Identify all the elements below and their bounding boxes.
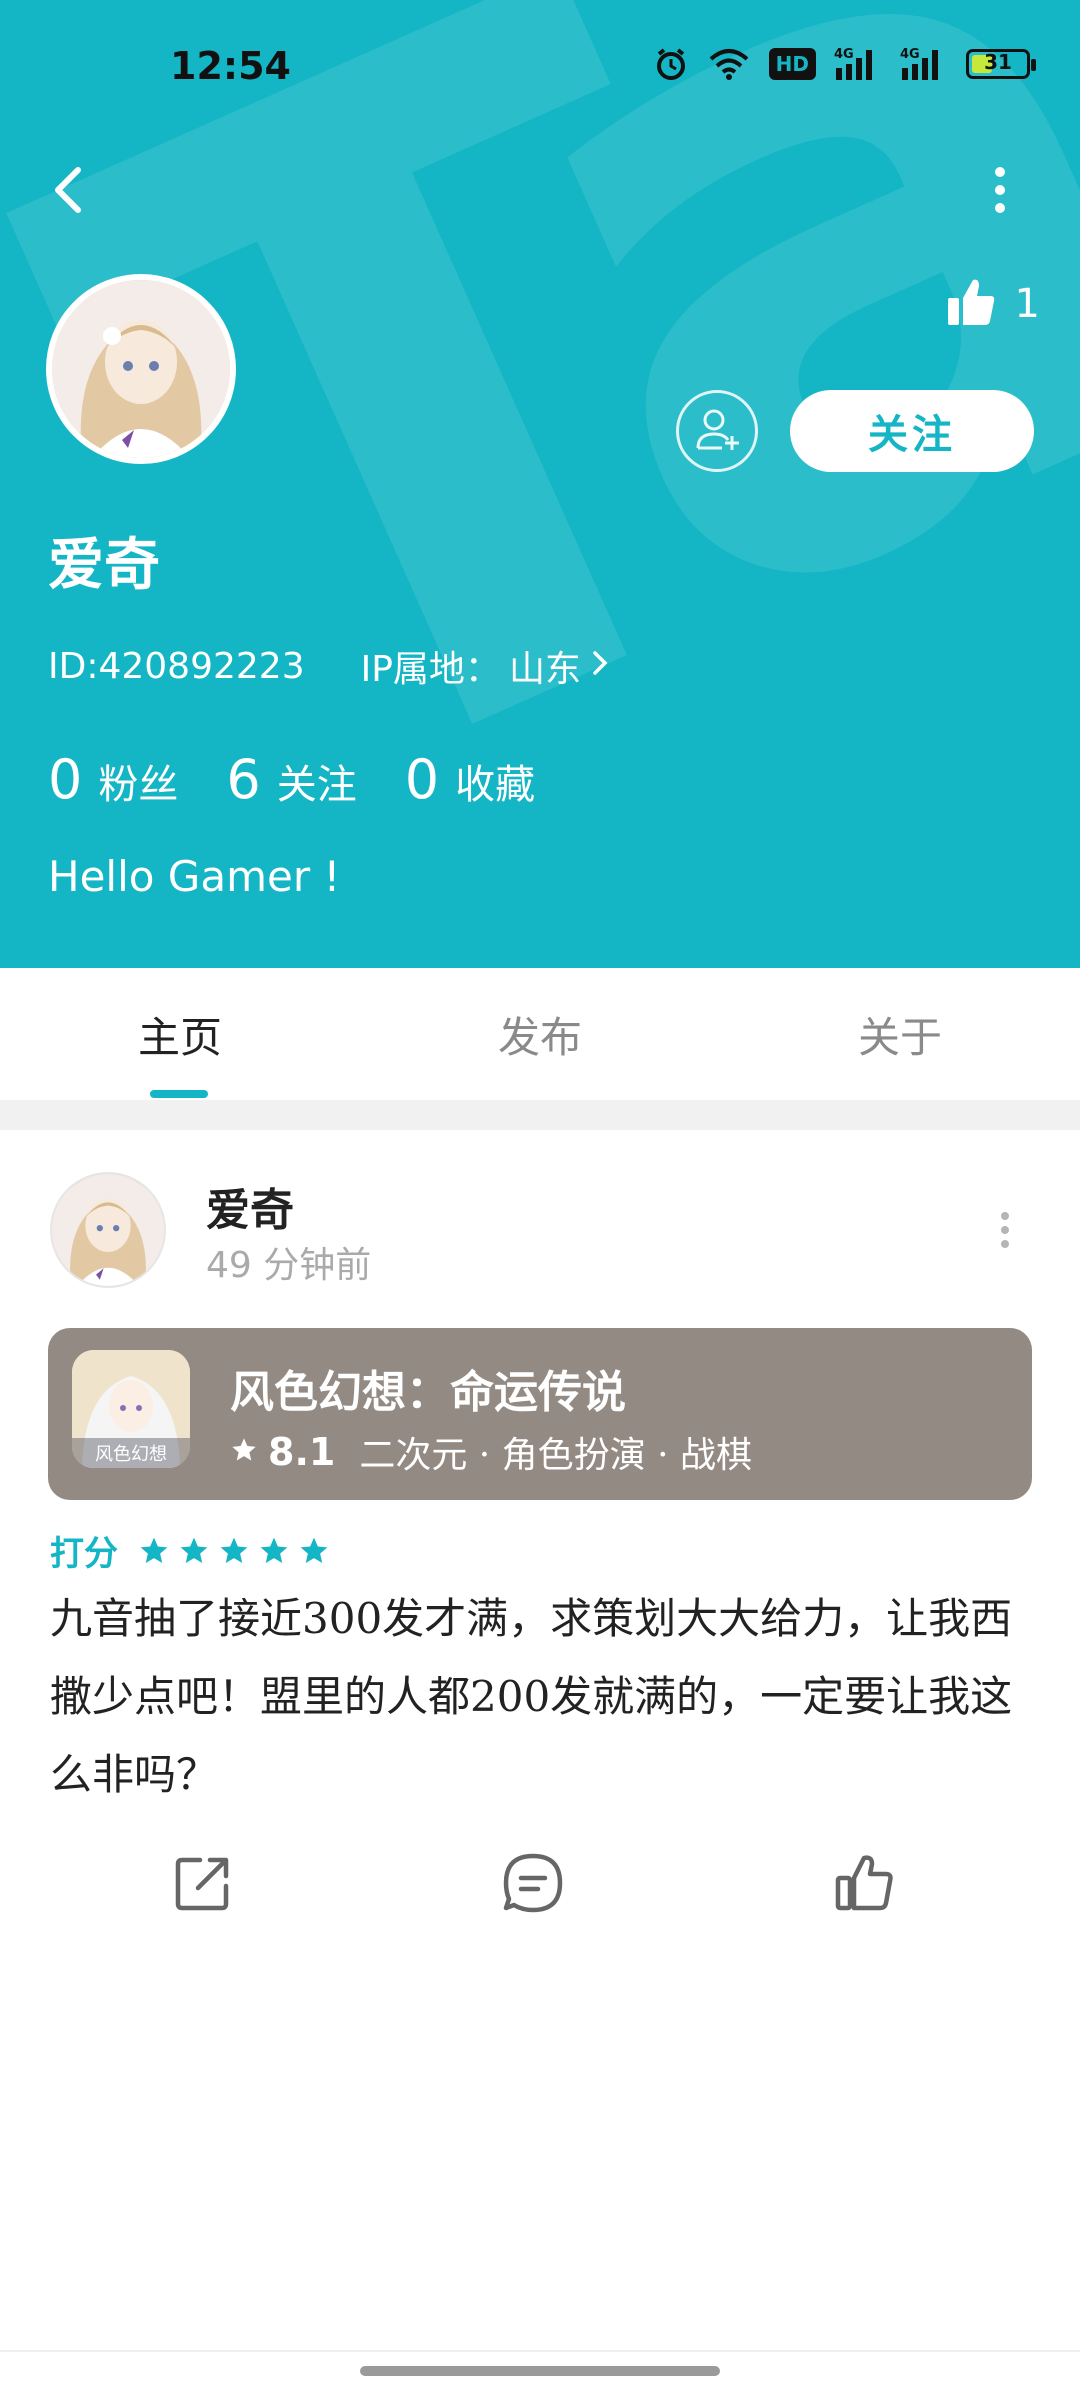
tab-about[interactable]: 关于 [720,968,1080,1100]
thumb-up-icon [945,276,997,332]
post-content: 九音抽了接近300发才满，求策划大大给力，让我西撒少点吧！盟里的人都200发就满… [50,1594,1013,1799]
user-id: ID:420892223 [48,645,305,687]
signal-icon-1: 4G [834,46,882,82]
stat-fans-label: 粉丝 [98,762,179,808]
section-divider [0,1100,1080,1130]
thumb-up-icon [832,1850,898,1920]
wifi-icon [707,47,751,81]
status-icons: HD 4G 4G 31 [653,46,1036,82]
profile-stats: 0 粉丝 6 关注 0 收藏 [48,748,535,811]
alarm-icon [653,46,689,82]
rating-star-icon [260,1537,288,1563]
signal-icon-2: 4G [900,46,948,82]
stat-following[interactable]: 6 关注 [226,748,356,811]
stat-following-label: 关注 [276,762,357,808]
post-author-avatar[interactable] [50,1172,166,1288]
rating-row: 打分 [50,1526,330,1575]
stat-favorites[interactable]: 0 收藏 [405,748,535,811]
stat-following-count: 6 [226,748,261,811]
stat-favorites-label: 收藏 [455,762,536,808]
active-tab-indicator [150,1090,208,1098]
ip-value: 山东 [508,649,581,690]
rating-star-icon [140,1537,168,1563]
game-icon-text: 风色幻想 [95,1444,167,1465]
share-icon [170,1850,236,1920]
bottom-divider [0,2350,1080,2352]
more-vertical-icon [990,1212,1020,1254]
rating-star-icon [180,1537,208,1563]
stat-fans-count: 0 [48,748,83,811]
profile-avatar[interactable] [46,274,236,464]
chevron-left-icon [40,167,100,224]
add-friend-button[interactable] [676,390,758,472]
follow-button[interactable]: 关注 [790,390,1034,472]
svg-text:4G: 4G [900,47,920,62]
add-user-icon [692,404,742,458]
tab-posts[interactable]: 发布 [360,968,720,1100]
status-bar: 12:54 HD 4G 4G 31 [0,0,1080,132]
like-count-display: 1 [945,276,1040,332]
game-meta: 8.1 二次元 · 角色扮演 · 战棋 [230,1426,752,1478]
tab-home[interactable]: 主页 [0,968,360,1100]
id-row: ID:420892223 IP属地： 山东 [48,640,611,692]
stat-fans[interactable]: 0 粉丝 [48,748,178,811]
username: 爱奇 [48,532,160,598]
rating-star-icon [220,1537,248,1563]
hd-badge: HD [768,48,816,80]
profile-bio: Hello Gamer ! [48,852,341,901]
rating-label: 打分 [50,1534,118,1574]
rating-star-icon [300,1537,328,1563]
game-icon: 风色幻想 [72,1350,190,1468]
post-action-bar [0,1840,1080,1930]
profile-tabs: 主页 发布 关于 [0,968,1080,1100]
game-tags: 二次元 · 角色扮演 · 战棋 [359,1435,752,1476]
game-title: 风色幻想：命运传说 [230,1367,626,1418]
more-options-button[interactable] [980,160,1020,220]
status-time: 12:54 [170,44,291,88]
svg-text:4G: 4G [834,47,854,62]
ip-label: IP属地： [360,649,501,690]
game-score: 8.1 [268,1430,336,1474]
comment-button[interactable] [498,1850,568,1920]
more-vertical-icon [980,167,1020,224]
like-count: 1 [1014,281,1040,327]
chevron-right-icon [589,646,611,687]
battery-icon: 31 [966,49,1036,79]
post-timestamp: 49 分钟前 [206,1245,372,1286]
post-author-name[interactable]: 爱奇 [206,1174,294,1238]
profile-header: Tap 12:54 HD 4G 4G 31 1 关注 爱奇 ID:4208922… [0,0,1080,968]
back-button[interactable] [40,160,100,220]
rating-stars [138,1535,330,1567]
ip-location-link[interactable]: IP属地： 山东 [361,640,611,692]
home-indicator[interactable] [360,2366,720,2376]
share-button[interactable] [168,1850,238,1920]
comment-icon [500,1850,566,1920]
like-button[interactable] [830,1850,900,1920]
battery-level: 31 [984,50,1012,74]
post-more-button[interactable] [990,1210,1020,1250]
star-icon [230,1436,258,1468]
game-card[interactable]: 风色幻想 风色幻想：命运传说 8.1 二次元 · 角色扮演 · 战棋 [48,1328,1032,1500]
stat-favorites-count: 0 [404,748,440,811]
